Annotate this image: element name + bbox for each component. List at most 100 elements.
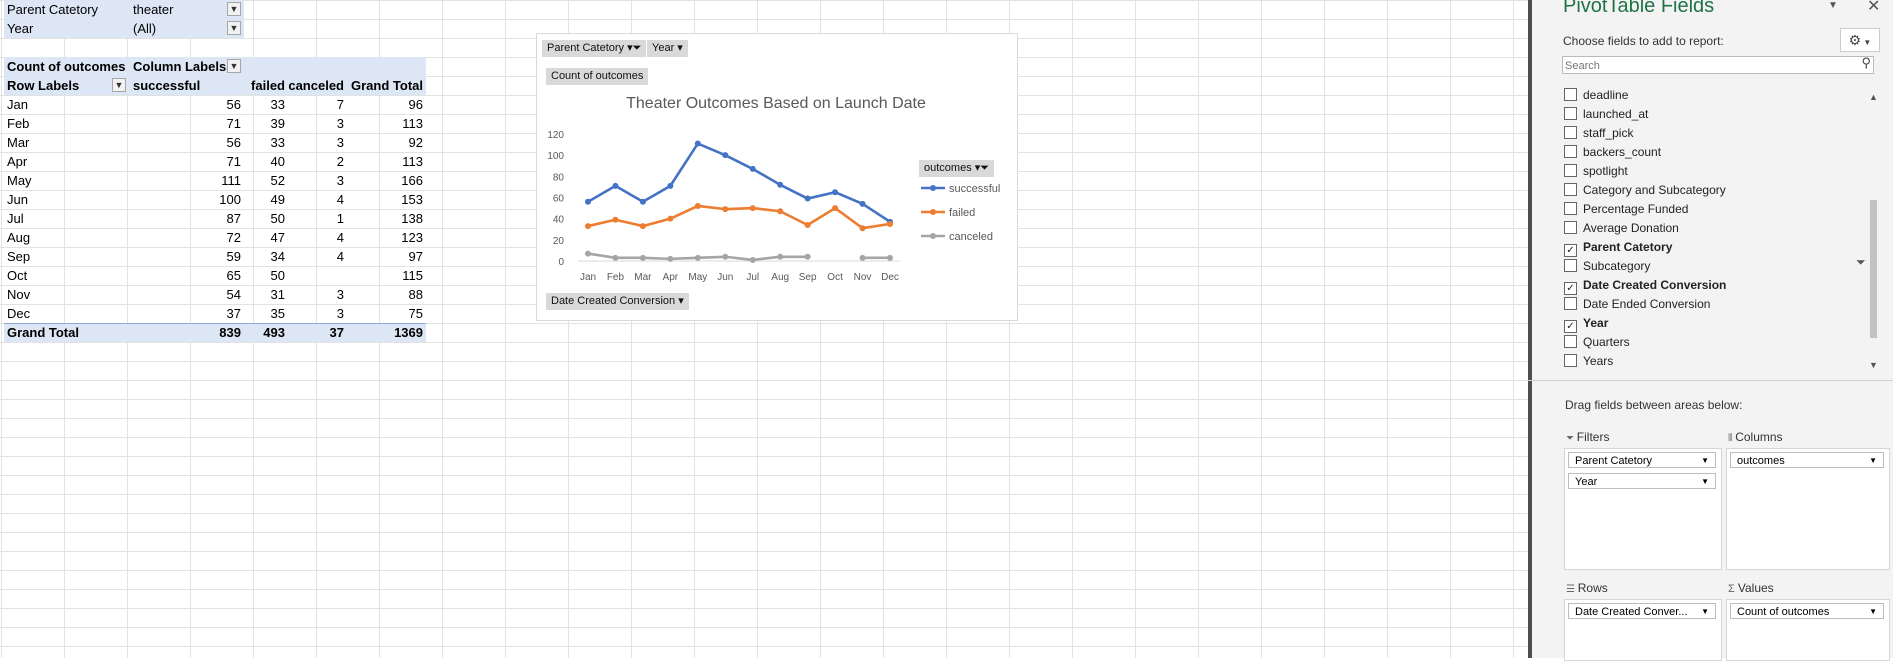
cell-failed[interactable]: 50 xyxy=(244,266,288,285)
field-item[interactable]: ✓ Year xyxy=(1564,314,1608,333)
cell-canceled[interactable]: 4 xyxy=(288,247,347,266)
row-label[interactable]: Feb xyxy=(2,114,122,133)
row-label[interactable]: Nov xyxy=(2,285,122,304)
cell-successful[interactable]: 72 xyxy=(128,228,244,247)
checkbox[interactable] xyxy=(1564,107,1577,120)
cell-total[interactable]: 97 xyxy=(347,247,426,266)
pivot-chart[interactable]: Parent Catetory ▾⏷ Year ▾ Count of outco… xyxy=(536,33,1018,321)
checkbox[interactable]: ✓ xyxy=(1564,282,1577,295)
cell-successful[interactable]: 111 xyxy=(128,171,244,190)
rows-area[interactable]: Date Created Conver... ▼ xyxy=(1564,599,1722,661)
columns-area-item-outcomes[interactable]: outcomes ▼ xyxy=(1730,452,1884,468)
cell-successful[interactable]: 71 xyxy=(128,114,244,133)
cell-failed[interactable]: 52 xyxy=(244,171,288,190)
column-filter-icon[interactable]: ▼ xyxy=(227,59,241,73)
cell-failed[interactable]: 40 xyxy=(244,152,288,171)
filters-area-item-year[interactable]: Year ▼ xyxy=(1568,473,1716,489)
cell-total[interactable]: 153 xyxy=(347,190,426,209)
row-label[interactable]: Jun xyxy=(2,190,122,209)
cell-failed[interactable]: 31 xyxy=(244,285,288,304)
cell-failed[interactable]: 35 xyxy=(244,304,288,323)
cell-successful[interactable]: 54 xyxy=(128,285,244,304)
cell-failed[interactable]: 49 xyxy=(244,190,288,209)
field-item[interactable]: ✓ Date Created Conversion xyxy=(1564,276,1726,295)
checkbox[interactable] xyxy=(1564,259,1577,272)
spreadsheet-grid[interactable]: Parent Catetory theater ▼ Year (All) ▼ C… xyxy=(0,0,1528,658)
cell-total[interactable]: 115 xyxy=(347,266,426,285)
checkbox[interactable] xyxy=(1564,126,1577,139)
cell-canceled[interactable]: 4 xyxy=(288,190,347,209)
filter-dropdown-icon[interactable]: ▼ xyxy=(227,2,241,16)
cell-canceled[interactable]: 4 xyxy=(288,228,347,247)
cell-canceled[interactable]: 7 xyxy=(288,95,347,114)
cell-total[interactable]: 75 xyxy=(347,304,426,323)
search-box[interactable]: ⚲ xyxy=(1562,55,1874,74)
field-item[interactable]: deadline xyxy=(1564,86,1628,105)
field-item[interactable]: Quarters xyxy=(1564,333,1630,352)
columns-area[interactable]: outcomes ▼ xyxy=(1726,448,1890,570)
search-icon[interactable]: ⚲ xyxy=(1861,55,1871,71)
filters-area-item-parent[interactable]: Parent Catetory ▼ xyxy=(1568,452,1716,468)
cell-successful[interactable]: 100 xyxy=(128,190,244,209)
row-label[interactable]: Apr xyxy=(2,152,122,171)
cell-total[interactable]: 138 xyxy=(347,209,426,228)
field-item[interactable]: Average Donation xyxy=(1564,219,1679,238)
cell-failed[interactable]: 39 xyxy=(244,114,288,133)
checkbox[interactable] xyxy=(1564,145,1577,158)
chevron-down-icon[interactable]: ▼ xyxy=(227,21,241,35)
field-item[interactable]: ✓ Parent Catetory xyxy=(1564,238,1672,257)
filter-value-parent[interactable]: theater xyxy=(128,0,228,19)
cell-canceled[interactable]: 3 xyxy=(288,285,347,304)
checkbox[interactable] xyxy=(1564,88,1577,101)
cell-successful[interactable]: 71 xyxy=(128,152,244,171)
cell-successful[interactable]: 65 xyxy=(128,266,244,285)
close-icon[interactable]: ✕ xyxy=(1867,0,1880,16)
scrollbar-thumb[interactable] xyxy=(1870,200,1877,338)
cell-successful[interactable]: 37 xyxy=(128,304,244,323)
checkbox[interactable] xyxy=(1564,335,1577,348)
cell-canceled[interactable]: 3 xyxy=(288,133,347,152)
cell-total[interactable]: 166 xyxy=(347,171,426,190)
row-label[interactable]: Aug xyxy=(2,228,122,247)
field-item[interactable]: staff_pick xyxy=(1564,124,1633,143)
cell-canceled[interactable]: 3 xyxy=(288,304,347,323)
chevron-down-icon[interactable]: ▼ xyxy=(1828,0,1838,11)
rows-area-item[interactable]: Date Created Conver... ▼ xyxy=(1568,603,1716,619)
search-input[interactable] xyxy=(1563,58,1847,74)
cell-canceled[interactable]: 3 xyxy=(288,171,347,190)
row-label[interactable]: Sep xyxy=(2,247,122,266)
checkbox[interactable] xyxy=(1564,183,1577,196)
field-list[interactable]: deadline launched_at staff_pick backers_cou… xyxy=(1528,82,1888,378)
row-filter-icon[interactable]: ▼ xyxy=(112,78,126,92)
values-area[interactable]: Count of outcomes ▼ xyxy=(1726,599,1890,661)
filters-area[interactable]: Parent Catetory ▼ Year ▼ xyxy=(1564,448,1722,570)
cell-failed[interactable]: 50 xyxy=(244,209,288,228)
cell-total[interactable]: 96 xyxy=(347,95,426,114)
cell-total[interactable]: 88 xyxy=(347,285,426,304)
cell-canceled[interactable]: 1 xyxy=(288,209,347,228)
cell-total[interactable]: 92 xyxy=(347,133,426,152)
cell-successful[interactable]: 56 xyxy=(128,133,244,152)
field-item[interactable]: Date Ended Conversion xyxy=(1564,295,1710,314)
cell-successful[interactable]: 87 xyxy=(128,209,244,228)
row-label[interactable]: Dec xyxy=(2,304,122,323)
cell-failed[interactable]: 33 xyxy=(244,95,288,114)
cell-total[interactable]: 113 xyxy=(347,114,426,133)
checkbox[interactable]: ✓ xyxy=(1564,320,1577,333)
scroll-down-icon[interactable]: ▼ xyxy=(1869,360,1878,370)
field-item[interactable]: backers_count xyxy=(1564,143,1661,162)
field-item[interactable]: Years xyxy=(1564,352,1613,371)
row-label[interactable]: Jul xyxy=(2,209,122,228)
row-label[interactable]: Mar xyxy=(2,133,122,152)
scroll-up-icon[interactable]: ▲ xyxy=(1869,92,1878,102)
cell-failed[interactable]: 47 xyxy=(244,228,288,247)
cell-total[interactable]: 113 xyxy=(347,152,426,171)
checkbox[interactable] xyxy=(1564,221,1577,234)
cell-failed[interactable]: 33 xyxy=(244,133,288,152)
field-item[interactable]: Subcategory xyxy=(1564,257,1650,276)
cell-failed[interactable]: 34 xyxy=(244,247,288,266)
cell-canceled[interactable]: 3 xyxy=(288,114,347,133)
row-label[interactable]: Jan xyxy=(2,95,122,114)
cell-canceled[interactable]: 2 xyxy=(288,152,347,171)
filter-value-year[interactable]: (All) xyxy=(128,19,228,38)
